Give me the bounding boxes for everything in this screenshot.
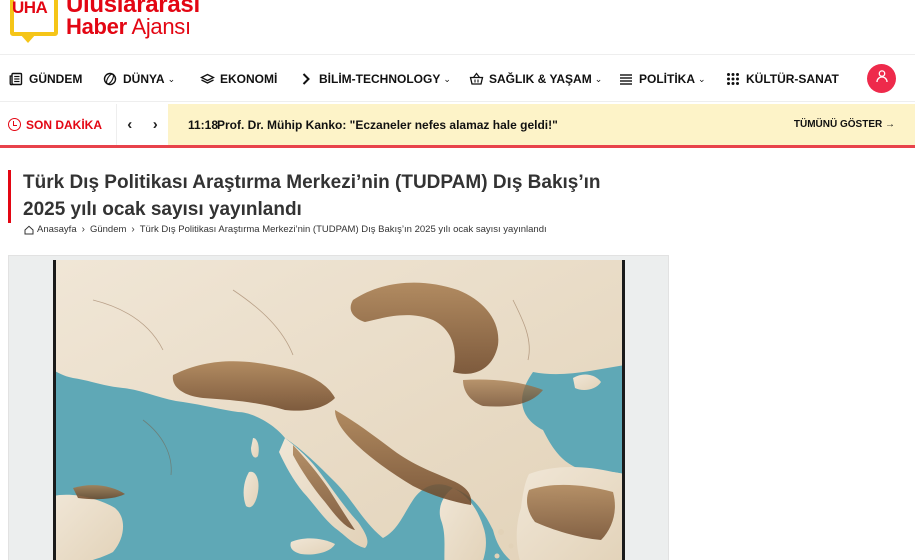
globe-icon — [102, 71, 118, 87]
nav-label: GÜNDEM — [29, 72, 83, 86]
chevron-down-icon: ⌄ — [698, 73, 706, 84]
previous-button[interactable]: ‹ — [123, 116, 136, 133]
user-account-button[interactable] — [867, 64, 896, 93]
breadcrumb-home-link[interactable]: Anasayfa — [37, 224, 77, 235]
nav-item-ekonomi[interactable]: EKONOMİ — [199, 56, 277, 102]
chevron-down-icon: ⌄ — [443, 73, 451, 84]
nav-label: SAĞLIK & YAŞAM — [489, 72, 592, 86]
breaking-label: SON DAKİKA — [0, 104, 116, 145]
breaking-news-bar: SON DAKİKA ‹ › 11:18 Prof. Dr. Mühip Kan… — [0, 104, 915, 148]
nav-item-dunya[interactable]: DÜNYA ⌄ — [102, 56, 175, 102]
breadcrumb-separator: › — [131, 224, 135, 235]
clock-icon — [8, 118, 21, 131]
nav-item-gundem[interactable]: GÜNDEM — [8, 56, 82, 102]
breaking-arrows: ‹ › — [116, 104, 168, 145]
nav-label: EKONOMİ — [220, 72, 278, 86]
chevron-down-icon: ⌄ — [594, 73, 603, 84]
logo-mark-text: UHA — [12, 0, 48, 17]
see-all-link[interactable]: TÜMÜNÜ GÖSTER → — [794, 119, 895, 130]
grid-icon — [725, 71, 741, 87]
logo-line-2: Haber Ajansı — [66, 13, 191, 39]
nav-item-saglik-yasam[interactable]: SAĞLIK & YAŞAM ⌄ — [468, 56, 602, 102]
newspaper-icon — [8, 71, 24, 87]
breadcrumb-category-link[interactable]: Gündem — [90, 224, 126, 235]
nav-label: BİLİM-TECHNOLOGY — [319, 72, 441, 86]
logo-mark: UHA — [10, 0, 60, 44]
money-icon — [199, 71, 215, 87]
article-title-block: Türk Dış Politikası Araştırma Merkezi’ni… — [8, 170, 648, 224]
home-icon — [24, 225, 34, 235]
nav-item-kultur-sanat[interactable]: KÜLTÜR-SANAT — [725, 56, 839, 102]
main-nav: GÜNDEM DÜNYA ⌄ EKONOMİ BİLİM-TECHNOLOGY … — [0, 56, 915, 102]
image-border-left — [53, 260, 56, 560]
list-icon — [618, 71, 634, 87]
article-image-frame — [8, 255, 669, 560]
user-icon — [875, 69, 889, 88]
site-logo[interactable]: UHA Uluslararası Haber Ajansı — [10, 0, 200, 44]
breadcrumb-current: Türk Dış Politikası Araştırma Merkezi’ni… — [139, 224, 547, 235]
basket-icon — [468, 71, 484, 87]
nav-item-bilim-technology[interactable]: BİLİM-TECHNOLOGY ⌄ — [298, 56, 451, 102]
nav-label: POLİTİKA — [639, 72, 695, 86]
site-header: UHA Uluslararası Haber Ajansı — [0, 0, 915, 55]
breaking-headline-link[interactable]: Prof. Dr. Mühip Kanko: "Eczaneler nefes … — [217, 118, 558, 132]
next-button[interactable]: › — [149, 116, 162, 133]
nav-item-politika[interactable]: POLİTİKA ⌄ — [618, 56, 706, 102]
chevron-right-icon — [298, 71, 314, 87]
breadcrumb-separator: › — [81, 224, 85, 235]
chevron-down-icon: ⌄ — [167, 73, 176, 84]
nav-label: DÜNYA — [123, 72, 165, 86]
image-border-right — [622, 260, 625, 560]
breadcrumb: Anasayfa › Gündem › Türk Dış Politikası … — [24, 224, 547, 235]
page-title: Türk Dış Politikası Araştırma Merkezi’ni… — [23, 172, 601, 220]
nav-label: KÜLTÜR-SANAT — [746, 72, 839, 86]
breaking-time: 11:18 — [188, 118, 219, 132]
relief-map-of-europe-image — [53, 260, 625, 560]
logo-wordmark: Uluslararası Haber Ajansı — [66, 0, 200, 38]
